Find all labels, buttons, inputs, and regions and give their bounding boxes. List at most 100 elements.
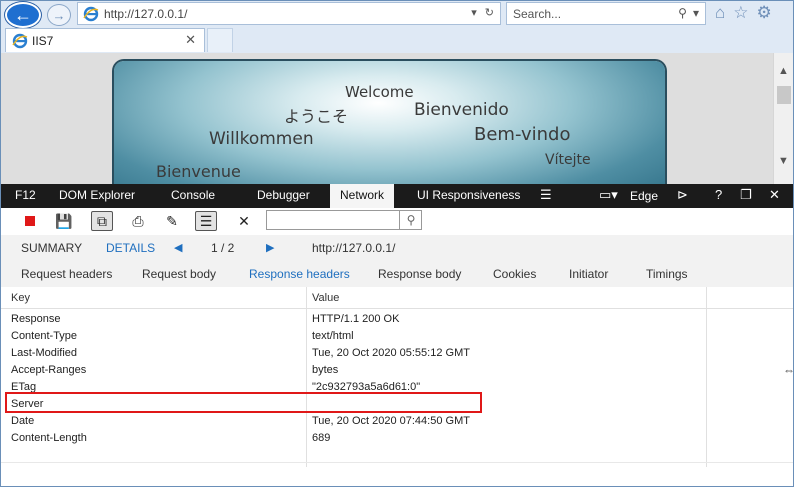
page-scrollbar[interactable]: ▲ ▼ <box>773 53 793 184</box>
subtab-request-body[interactable]: Request body <box>142 267 216 281</box>
table-row[interactable]: Accept-Ranges bytes <box>1 362 793 379</box>
request-url: http://127.0.0.1/ <box>312 241 396 255</box>
row-key: Content-Type <box>11 330 78 342</box>
row-key: Last-Modified <box>11 347 78 359</box>
save-icon: 💾 <box>55 212 73 229</box>
subtab-request-headers[interactable]: Request headers <box>21 267 112 281</box>
forward-button[interactable]: → <box>47 4 71 26</box>
welcome-word: ようこそ <box>284 107 349 126</box>
search-icon: ⚲ <box>406 213 416 227</box>
search-dropdown-icon[interactable]: ▾ <box>693 6 699 20</box>
welcome-word: Bienvenido <box>414 100 509 120</box>
subtab-cookies[interactable]: Cookies <box>493 267 536 281</box>
back-arrow-icon: ← <box>14 4 32 25</box>
summary-link[interactable]: SUMMARY <box>21 241 82 255</box>
network-toolbar: 💾 ⧉ ⎙ ✎ ☰ ✕ ⚲ <box>1 208 793 234</box>
forward-arrow-icon: → <box>52 7 66 23</box>
clear-button[interactable]: ✕ <box>233 211 255 231</box>
tab-ui-responsiveness[interactable]: UI Responsiveness <box>417 188 520 202</box>
export-button[interactable]: 💾 <box>53 211 75 231</box>
address-url[interactable]: http://127.0.0.1/ <box>104 7 187 21</box>
scroll-up-icon[interactable]: ▲ <box>778 65 789 77</box>
welcome-word: Bienvenue <box>156 162 241 181</box>
row-divider <box>1 462 793 463</box>
scroll-down-icon[interactable]: ▼ <box>778 155 789 167</box>
tab-console[interactable]: Console <box>171 188 215 202</box>
iis-welcome-banner: Welcome ようこそ Bienvenido Willkommen Bem-v… <box>114 61 665 184</box>
always-refresh-button[interactable]: ⧉ <box>91 211 113 231</box>
search-box[interactable]: Search... ⚲ ▾ <box>506 2 706 25</box>
welcome-word: Bem-vindo <box>474 124 571 145</box>
home-icon[interactable]: ⌂ <box>715 3 725 23</box>
close-icon[interactable]: ✕ <box>185 32 196 48</box>
close-icon[interactable]: ✕ <box>769 187 780 203</box>
row-value: HTTP/1.1 200 OK <box>312 313 400 325</box>
help-icon[interactable]: ? <box>715 187 722 202</box>
more-tabs-icon[interactable]: ☰ <box>540 187 552 203</box>
row-key: Content-Length <box>11 432 87 444</box>
ie-logo-icon <box>12 33 28 49</box>
table-row[interactable]: Date Tue, 20 Oct 2020 07:44:50 GMT <box>1 413 793 430</box>
subtab-response-headers[interactable]: Response headers <box>249 267 350 281</box>
address-bar[interactable]: http://127.0.0.1/ ▾ ↻ <box>77 2 501 25</box>
table-row[interactable]: Content-Length 689 <box>1 430 793 447</box>
row-value: text/html <box>312 330 354 342</box>
emulation-mode[interactable]: Edge <box>630 189 658 203</box>
welcome-word: Willkommen <box>209 129 314 149</box>
welcome-word: Welcome <box>345 83 414 101</box>
resize-cursor-icon: ⇔ <box>783 363 794 377</box>
tab-network[interactable]: Network <box>330 184 395 208</box>
next-icon[interactable]: ▶ <box>266 241 274 254</box>
undock-icon[interactable]: ❐ <box>740 187 752 203</box>
table-row[interactable]: Content-Type text/html <box>1 328 793 345</box>
tab-dom-explorer[interactable]: DOM Explorer <box>59 188 135 202</box>
search-icon[interactable]: ⚲ <box>678 6 687 20</box>
table-row[interactable]: Response HTTP/1.1 200 OK <box>1 311 793 328</box>
emulation-icon[interactable]: ▭▾ <box>599 187 618 203</box>
welcome-word: Vítejte <box>545 152 591 168</box>
details-link[interactable]: DETAILS <box>106 241 155 255</box>
gear-icon[interactable]: ⚙ <box>757 3 772 23</box>
highlight-box <box>5 392 482 413</box>
details-header: SUMMARY DETAILS ◀ 1 / 2 ▶ http://127.0.0… <box>1 235 793 261</box>
dropdown-icon[interactable]: ▾ <box>471 6 477 19</box>
filter-search-button[interactable]: ⚲ <box>399 210 422 230</box>
search-input[interactable]: Search... <box>513 7 561 21</box>
browser-toolbar: ← → http://127.0.0.1/ ▾ ↻ Search... ⚲ ▾ … <box>1 1 793 53</box>
row-key: Accept-Ranges <box>11 364 87 376</box>
previous-icon[interactable]: ◀ <box>174 241 182 254</box>
pager-text: 1 / 2 <box>211 241 235 255</box>
row-value: 689 <box>312 432 331 444</box>
column-header-value[interactable]: Value <box>312 292 339 304</box>
x-icon: ✕ <box>238 212 250 229</box>
back-button[interactable]: ← <box>5 2 41 28</box>
response-headers-table: Key Value Response HTTP/1.1 200 OK Conte… <box>1 287 793 486</box>
star-icon[interactable]: ☆ <box>733 3 748 23</box>
tab-debugger[interactable]: Debugger <box>257 188 310 202</box>
copy-icon: ⧉ <box>97 212 107 229</box>
clear-entries-button[interactable]: ⎙ <box>127 211 149 231</box>
browser-window: ← → http://127.0.0.1/ ▾ ↻ Search... ⚲ ▾ … <box>0 0 794 487</box>
console-icon[interactable]: ⊳ <box>677 187 688 203</box>
row-key: Date <box>11 415 35 427</box>
subtab-timings[interactable]: Timings <box>646 267 688 281</box>
row-value: Tue, 20 Oct 2020 07:44:50 GMT <box>312 415 470 427</box>
table-row[interactable]: Last-Modified Tue, 20 Oct 2020 05:55:12 … <box>1 345 793 362</box>
row-key: Response <box>11 313 61 325</box>
devtools-tabbar: F12 DOM Explorer Console Debugger Networ… <box>1 184 793 208</box>
refresh-icon[interactable]: ↻ <box>485 6 494 19</box>
browser-tab[interactable]: IIS7 ✕ <box>5 28 205 52</box>
subtab-response-body[interactable]: Response body <box>378 267 461 281</box>
scroll-thumb[interactable] <box>777 86 791 104</box>
clear-cache-button[interactable]: ✎ <box>161 211 183 231</box>
content-type-filter-button[interactable]: ☰ <box>195 211 217 231</box>
tab-title: IIS7 <box>32 34 54 48</box>
stop-recording-button[interactable] <box>19 211 41 231</box>
column-header-key[interactable]: Key <box>11 292 30 304</box>
subtab-initiator[interactable]: Initiator <box>569 267 608 281</box>
page-viewport: Welcome ようこそ Bienvenido Willkommen Bem-v… <box>1 53 793 184</box>
new-tab-button[interactable] <box>207 28 233 52</box>
broom-icon: ✎ <box>166 212 178 229</box>
filter-list-icon: ☰ <box>199 212 213 229</box>
row-value: Tue, 20 Oct 2020 05:55:12 GMT <box>312 347 470 359</box>
